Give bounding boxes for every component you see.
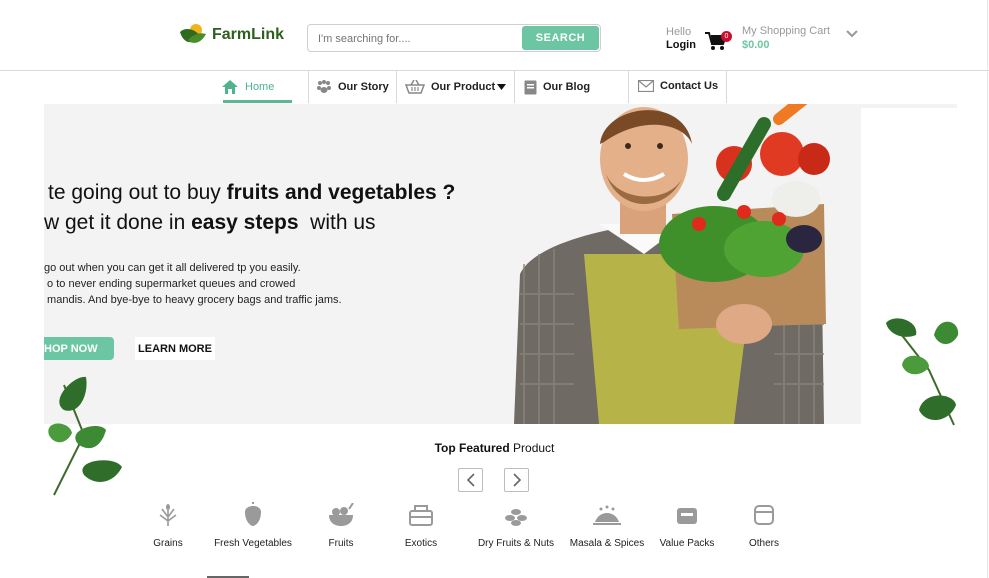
chevron-down-icon[interactable] bbox=[846, 26, 858, 44]
nav-home-label: Home bbox=[245, 81, 275, 93]
nav-our-blog[interactable]: Our Blog bbox=[524, 71, 590, 103]
account-greeting: Hello bbox=[666, 26, 692, 38]
shop-now-button[interactable]: HOP NOW bbox=[44, 337, 114, 360]
document-icon bbox=[524, 80, 537, 94]
dry-fruits-icon bbox=[505, 509, 527, 526]
nav-separator bbox=[726, 71, 727, 103]
exotics-icon bbox=[409, 505, 433, 526]
category-fresh-vegetables[interactable]: Fresh Vegetables bbox=[203, 500, 303, 549]
value-pack-icon bbox=[677, 508, 697, 524]
nav-home[interactable]: Home bbox=[221, 71, 274, 103]
hero-edge bbox=[861, 104, 957, 108]
featured-title: Top Featured Product bbox=[434, 441, 555, 455]
basket-icon bbox=[405, 80, 425, 94]
nav-separator bbox=[308, 71, 309, 103]
nav-our-blog-label: Our Blog bbox=[543, 81, 591, 93]
login-link[interactable]: Login bbox=[666, 39, 696, 51]
leaf-decoration-icon bbox=[886, 318, 959, 426]
category-exotics[interactable]: Exotics bbox=[371, 500, 471, 549]
others-icon bbox=[754, 505, 774, 525]
nav-separator bbox=[396, 71, 397, 103]
category-others[interactable]: Others bbox=[714, 500, 814, 549]
nav-our-product-label: Our Product bbox=[431, 81, 496, 93]
logo[interactable]: FarmLink bbox=[178, 22, 284, 48]
grains-icon bbox=[159, 504, 177, 526]
leaf-decoration-icon bbox=[48, 376, 122, 496]
envelope-icon bbox=[638, 80, 654, 92]
learn-more-button[interactable]: LEARN MORE bbox=[135, 337, 215, 360]
nav-contact-us-label: Contact Us bbox=[660, 80, 719, 92]
vegetables-icon bbox=[245, 502, 261, 526]
nav-separator bbox=[628, 71, 629, 103]
cart-amount: $0.00 bbox=[742, 39, 770, 51]
hero-headline-line1: te going out to buy fruits and vegetable… bbox=[48, 181, 456, 204]
fruits-icon bbox=[329, 503, 354, 526]
nav-contact-us[interactable]: Contact Us bbox=[638, 70, 718, 102]
carousel-prev-button[interactable] bbox=[458, 468, 483, 492]
hero-description: go out when you can get it all delivered… bbox=[44, 262, 342, 306]
home-icon bbox=[222, 80, 238, 94]
carousel-next-button[interactable] bbox=[504, 468, 529, 492]
category-dry-fruits-nuts[interactable]: Dry Fruits & Nuts bbox=[466, 500, 566, 549]
nav-our-story[interactable]: Our Story bbox=[316, 71, 389, 103]
cart-title[interactable]: My Shopping Cart bbox=[742, 25, 830, 37]
spices-icon bbox=[593, 505, 621, 525]
chevron-left-icon bbox=[466, 473, 475, 487]
hero-headline-line2: w get it done in easy steps with us bbox=[44, 211, 376, 234]
logo-text: FarmLink bbox=[212, 26, 285, 43]
search-button[interactable]: SEARCH bbox=[522, 26, 599, 50]
page-edge-divider bbox=[987, 0, 988, 578]
search-bar: SEARCH bbox=[307, 24, 601, 52]
nav-our-story-label: Our Story bbox=[338, 81, 389, 93]
caret-down-icon bbox=[497, 84, 507, 90]
cart-badge: 0 bbox=[721, 31, 732, 42]
nav-separator bbox=[514, 71, 515, 103]
paw-icon bbox=[317, 80, 331, 93]
search-input[interactable] bbox=[316, 28, 520, 50]
active-tab-indicator bbox=[223, 100, 292, 103]
nav-our-product[interactable]: Our Product bbox=[405, 71, 507, 103]
logo-leaf-icon bbox=[180, 24, 206, 43]
chevron-right-icon bbox=[512, 473, 521, 487]
